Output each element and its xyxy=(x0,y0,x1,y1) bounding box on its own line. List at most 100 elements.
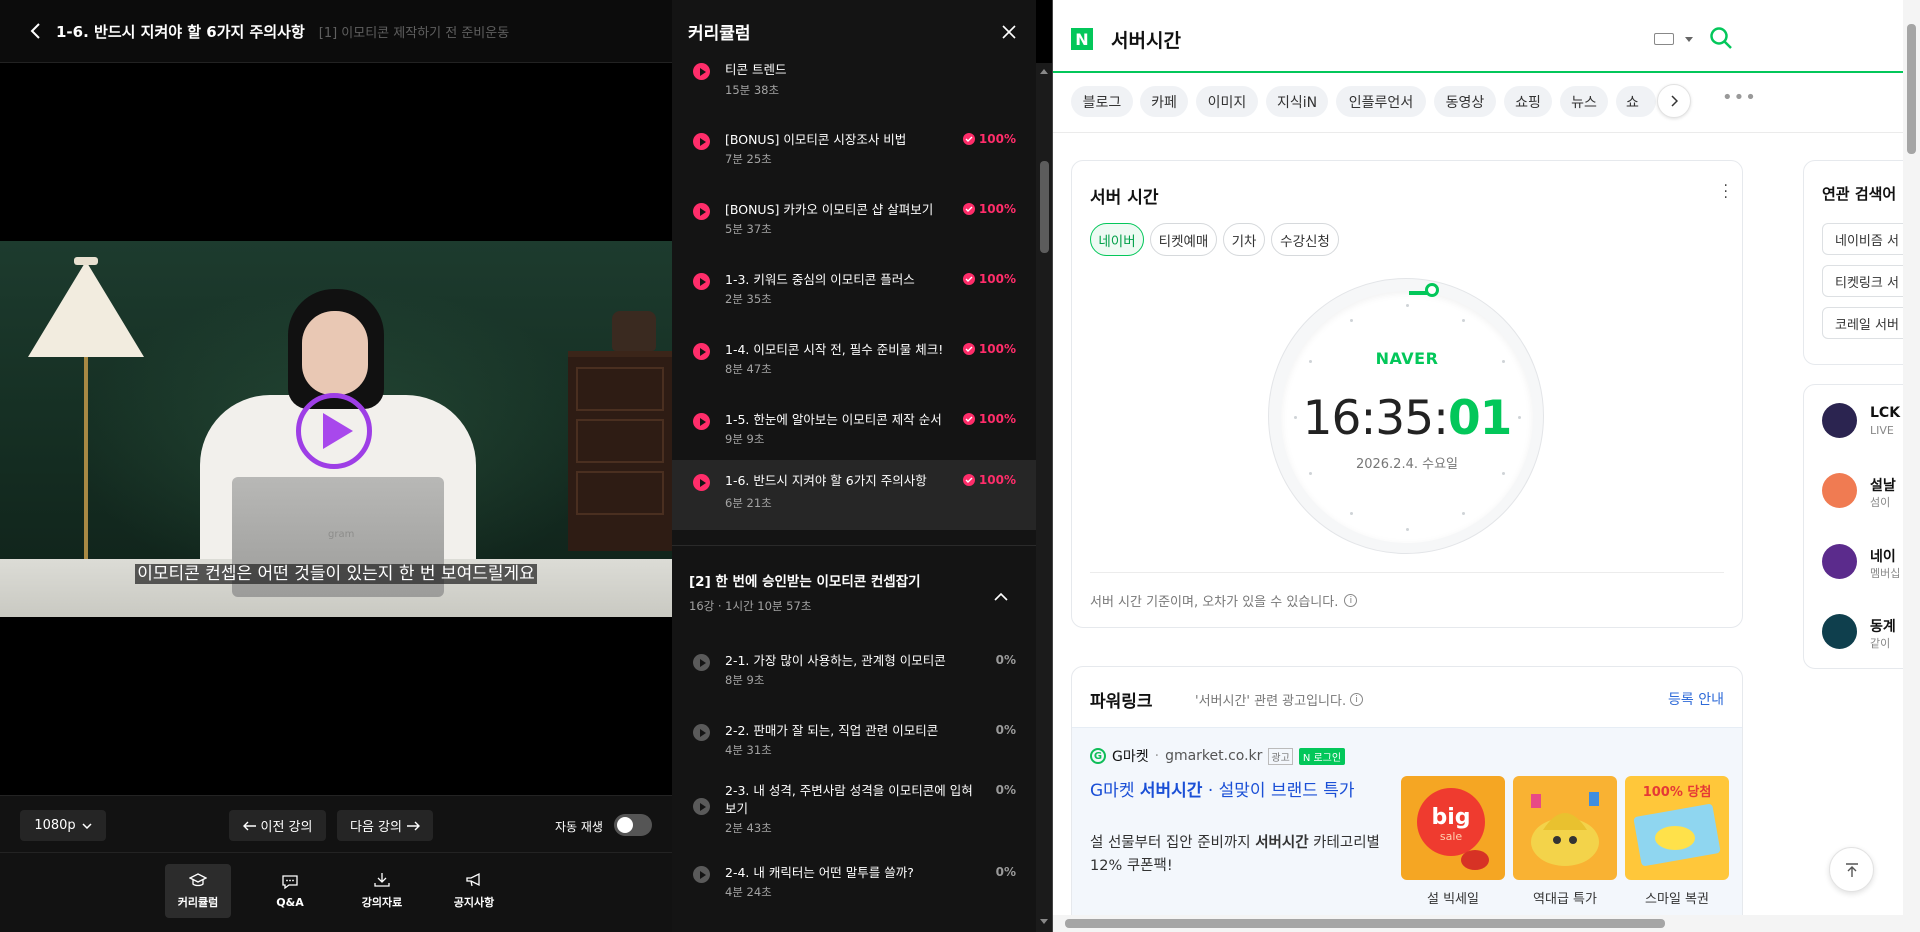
ad-thumb-smile-lottery[interactable]: 100% 당첨 xyxy=(1625,776,1729,880)
play-circle-icon xyxy=(693,654,710,671)
laptop-logo: gram xyxy=(328,529,355,540)
lesson-item[interactable]: [BONUS] 이모티콘 시장조사 비법 7분 25초 100% xyxy=(672,119,1036,189)
lesson-item[interactable]: 1-5. 한눈에 알아보는 이모티콘 제작 순서 9분 9초 100% xyxy=(672,399,1036,469)
chip-ticket[interactable]: 티켓예매 xyxy=(1150,223,1217,256)
power-link-card: 파워링크 '서버시간' 관련 광고입니다. i 등록 안내 G G마켓 · gma… xyxy=(1071,666,1743,932)
play-button[interactable] xyxy=(296,393,372,469)
tab-news[interactable]: 뉴스 xyxy=(1560,86,1608,117)
scroll-to-top-button[interactable] xyxy=(1829,847,1874,892)
page-horizontal-scroll-thumb[interactable] xyxy=(1065,919,1665,928)
video-area[interactable]: gram 이모티콘 컨셉은 어떤 것들이 있는지 한 번 보여드릴게요 xyxy=(0,63,672,795)
lesson-item-title: 2-3. 내 성격, 주변사람 성격을 이모티콘에 입혀보기 xyxy=(725,783,973,816)
lesson-item-title: 1-4. 이모티콘 시작 전, 필수 준비물 체크! xyxy=(725,342,944,357)
tab-cafe[interactable]: 카페 xyxy=(1140,86,1188,117)
tab-more-partial[interactable]: 쇼 xyxy=(1616,86,1656,117)
info-icon[interactable]: i xyxy=(1344,594,1358,607)
section-collapse-button[interactable] xyxy=(994,586,1008,605)
tab-blog[interactable]: 블로그 xyxy=(1071,86,1133,117)
scroll-down-arrow-icon[interactable] xyxy=(1040,919,1048,924)
ad-thumb-big-sale[interactable]: big sale xyxy=(1401,776,1505,880)
autoplay-label: 자동 재생 xyxy=(555,820,603,834)
register-info-link[interactable]: 등록 안내 xyxy=(1668,689,1724,709)
tab-video[interactable]: 동영상 xyxy=(1434,86,1496,117)
tab-curriculum-label: 커리큘럼 xyxy=(177,896,219,909)
power-link-subtitle: '서버시간' 관련 광고입니다. i xyxy=(1195,690,1364,709)
avatar xyxy=(1822,614,1857,649)
scroll-up-arrow-icon[interactable] xyxy=(1040,69,1048,74)
page-vertical-scroll-thumb[interactable] xyxy=(1907,24,1916,154)
prev-lesson-button[interactable]: 이전 강의 xyxy=(229,810,326,841)
lesson-item[interactable]: 1-3. 키워드 중심의 이모티콘 플러스 2분 35초 100% xyxy=(672,259,1036,329)
lesson-item[interactable]: [BONUS] 카카오 이모티콘 샵 살펴보기 5분 37초 100% xyxy=(672,189,1036,259)
ad-source-name[interactable]: G마켓 xyxy=(1112,746,1149,766)
ad-thumb-special-deal[interactable] xyxy=(1513,776,1617,880)
avatar xyxy=(1822,544,1857,579)
clock-tick xyxy=(1461,318,1465,322)
ad-source: G G마켓 · gmarket.co.kr 광고 N 로그인 xyxy=(1090,746,1346,766)
power-link-title: 파워링크 xyxy=(1090,692,1153,712)
tab-qna[interactable]: Q&A xyxy=(257,864,323,918)
close-curriculum-button[interactable] xyxy=(998,21,1020,43)
lesson-item[interactable]: 2-4. 내 캐릭터는 어떤 말투를 쓸까? 4분 24초 0% xyxy=(672,852,1036,922)
play-circle-icon xyxy=(693,413,710,430)
download-icon xyxy=(374,873,390,887)
server-time-note: 서버 시간 기준이며, 오차가 있을 수 있습니다. i xyxy=(1090,591,1358,610)
curriculum-scrollbar[interactable] xyxy=(1036,63,1052,932)
lesson-progress: 100% xyxy=(962,473,1016,487)
autoplay-toggle[interactable] xyxy=(614,814,652,836)
search-query[interactable]: 서버시간 xyxy=(1111,26,1181,53)
lesson-progress-value: 0% xyxy=(995,653,1016,667)
tab-kin[interactable]: 지식iN xyxy=(1266,86,1328,117)
clock-time-hm: 16:35: xyxy=(1302,391,1449,446)
graduation-cap-icon xyxy=(189,873,207,887)
info-icon[interactable]: i xyxy=(1350,693,1364,706)
lesson-progress-value: 0% xyxy=(995,723,1016,737)
subtitle-caption: 이모티콘 컨셉은 어떤 것들이 있는지 한 번 보여드릴게요 xyxy=(0,559,672,584)
check-circle-icon xyxy=(962,474,975,486)
avatar xyxy=(1822,403,1857,438)
chip-course[interactable]: 수강신청 xyxy=(1271,223,1339,256)
tab-image[interactable]: 이미지 xyxy=(1196,86,1258,117)
chip-train[interactable]: 기차 xyxy=(1223,223,1265,256)
keyboard-icon[interactable] xyxy=(1654,33,1674,45)
search-button[interactable] xyxy=(1709,26,1733,54)
caret-down-icon[interactable] xyxy=(1685,37,1693,42)
player-tabbar: 커리큘럼 Q&A 강의자료 공지사항 xyxy=(0,852,672,932)
curriculum-scroll-thumb[interactable] xyxy=(1040,161,1049,253)
page-horizontal-scrollbar[interactable] xyxy=(1053,915,1903,932)
ad-badge: 광고 xyxy=(1268,747,1293,765)
tab-shopping[interactable]: 쇼핑 xyxy=(1504,86,1552,117)
naver-logo[interactable]: N xyxy=(1071,28,1093,50)
next-lesson-button[interactable]: 다음 강의 xyxy=(337,810,433,841)
tab-materials[interactable]: 강의자료 xyxy=(349,864,415,918)
quality-value: 1080p xyxy=(34,818,76,833)
tab-notice[interactable]: 공지사항 xyxy=(441,864,507,918)
chip-naver[interactable]: 네이버 xyxy=(1090,223,1144,256)
tabs-next-button[interactable] xyxy=(1657,84,1691,118)
lesson-item-duration: 4분 24초 xyxy=(725,885,772,899)
kebab-menu-icon[interactable]: · · · xyxy=(1724,179,1728,205)
lesson-item-duration: 8분 47초 xyxy=(725,362,772,376)
svg-text:sale: sale xyxy=(1440,830,1463,843)
recommendation-name: LCK xyxy=(1870,405,1901,421)
more-options-icon[interactable]: ••• xyxy=(1722,87,1757,108)
lesson-title: 1-6. 반드시 지켜야 할 6가지 주의사항 xyxy=(56,22,305,41)
lesson-item-title: 티콘 트렌드 xyxy=(725,62,787,77)
section-header[interactable]: [2] 한 번에 승인받는 이모티콘 컨셉잡기 16강 · 1시간 10분 57… xyxy=(689,570,1019,614)
lesson-item-duration: 7분 25초 xyxy=(725,152,772,166)
page-vertical-scrollbar[interactable] xyxy=(1903,0,1920,932)
ad-headline-link[interactable]: G마켓 서버시간 · 설맞이 브랜드 특가 xyxy=(1090,780,1390,803)
lesson-item[interactable]: 2-3. 내 성격, 주변사람 성격을 이모티콘에 입혀보기 2분 43초 0% xyxy=(672,770,1036,854)
back-button[interactable] xyxy=(22,18,48,44)
tab-influencer[interactable]: 인플루언서 xyxy=(1336,86,1426,117)
lesson-progress-value: 100% xyxy=(978,272,1016,286)
quality-select[interactable]: 1080p xyxy=(20,810,106,841)
video-frame[interactable]: gram 이모티콘 컨셉은 어떤 것들이 있는지 한 번 보여드릴게요 xyxy=(0,241,672,617)
lesson-item-duration: 9분 9초 xyxy=(725,432,765,446)
tab-curriculum[interactable]: 커리큘럼 xyxy=(165,864,231,918)
ad-source-url[interactable]: gmarket.co.kr xyxy=(1165,748,1262,764)
lesson-progress: 0% xyxy=(996,653,1016,667)
lesson-item[interactable]: 1-4. 이모티콘 시작 전, 필수 준비물 체크! 8분 47초 100% xyxy=(672,329,1036,399)
lesson-item-current[interactable]: 1-6. 반드시 지켜야 할 6가지 주의사항 6분 21초 100% xyxy=(672,460,1036,530)
lesson-item[interactable]: 2-1. 가장 많이 사용하는, 관계형 이모티콘 8분 9초 0% xyxy=(672,640,1036,710)
